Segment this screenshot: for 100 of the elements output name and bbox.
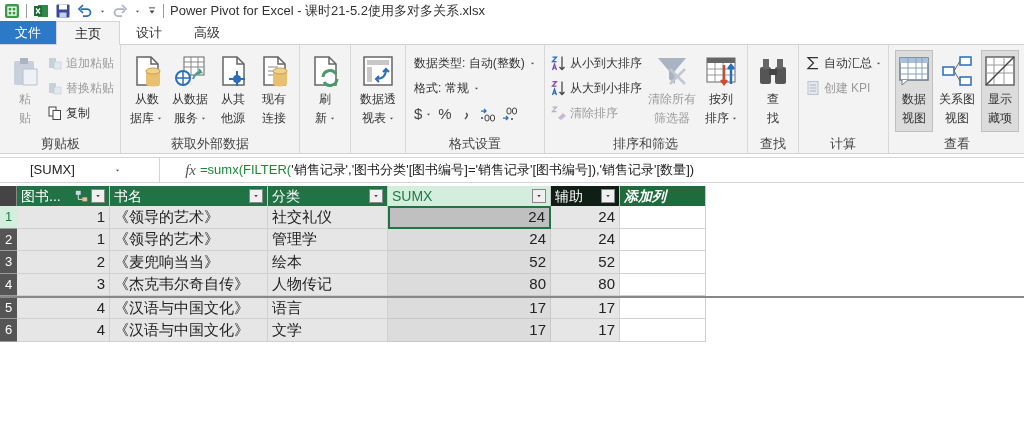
paste-icon — [47, 55, 63, 71]
column-header[interactable]: SUMX — [388, 186, 551, 206]
row-number[interactable]: 6 — [0, 318, 17, 342]
name-box[interactable]: [SUMX] — [0, 158, 160, 182]
row-number[interactable]: 2 — [0, 228, 17, 252]
ribbon-button[interactable]: 数据透 视表 — [357, 50, 399, 132]
data-grid-icon — [897, 55, 930, 87]
table-cell: 《领导的艺术》 — [110, 206, 268, 229]
table-cell: 《杰克韦尔奇自传》 — [110, 273, 268, 297]
table-cell: 17 — [551, 298, 620, 319]
column-header[interactable]: 书名 — [110, 186, 268, 206]
table-cell: 52 — [551, 251, 620, 274]
sigma-icon — [804, 55, 821, 71]
group-label: 计算 — [830, 135, 857, 153]
filter-button[interactable] — [91, 189, 105, 203]
row-number[interactable]: 3 — [0, 251, 17, 274]
caret-icon — [94, 192, 102, 200]
increase-decimal-icon[interactable] — [479, 106, 496, 122]
table-cell: 人物传记 — [268, 273, 388, 297]
filter-button[interactable] — [532, 189, 546, 203]
dropdown[interactable]: 数据类型: 自动(整数) — [412, 52, 538, 74]
sort-column-icon — [705, 55, 738, 87]
table-cell: 1 — [17, 228, 110, 252]
kpi-icon — [804, 80, 821, 96]
ribbon-button[interactable]: 从小到大排序 — [550, 52, 642, 74]
ribbon-button[interactable]: 自动汇总 — [804, 52, 882, 74]
table-cell: 4 — [17, 298, 110, 319]
table-cell: 社交礼仪 — [268, 206, 388, 229]
globe-table-icon — [174, 55, 206, 87]
column-header[interactable]: 添加列 — [620, 186, 706, 206]
save-icon — [55, 3, 71, 19]
table-cell: 3 — [17, 273, 110, 297]
decrease-decimal-icon[interactable] — [501, 106, 518, 122]
sort-ascending-icon — [550, 55, 567, 71]
table-cell: 管理学 — [268, 228, 388, 252]
table-cell: 24 — [551, 206, 620, 229]
caret-icon — [535, 192, 543, 200]
sort-descending-icon — [550, 80, 567, 96]
ribbon-button[interactable]: 从大到小排序 — [550, 77, 642, 99]
ribbon-button[interactable]: 关系图 视图 — [935, 50, 978, 132]
table-cell: 《麦兜响当当》 — [110, 251, 268, 274]
table-cell: 《汉语与中国文化》 — [110, 318, 268, 342]
table-cell: 24 — [551, 228, 620, 252]
group-label: 剪贴板 — [40, 135, 80, 153]
column-header[interactable]: 图书... — [17, 186, 110, 206]
ribbon-button[interactable]: 数据 视图 — [894, 50, 933, 132]
table-cell: 17 — [388, 298, 551, 319]
ribbon-button[interactable]: 从其 他源 — [214, 50, 252, 132]
ribbon-button[interactable]: 按列 排序 — [701, 50, 741, 132]
table-cell: 17 — [551, 318, 620, 342]
table-cell: 4 — [17, 318, 110, 342]
group-label: 排序和筛选 — [613, 135, 679, 153]
group-label: 查看 — [943, 135, 970, 153]
ribbon-button[interactable]: 从数 据库 — [127, 50, 166, 132]
table-cell: 语言 — [268, 298, 388, 319]
ribbon-button[interactable]: 刷 新 — [306, 50, 344, 132]
table-cell: 2 — [17, 251, 110, 274]
table-cell: 24 — [388, 206, 551, 229]
filter-button[interactable] — [249, 189, 263, 203]
column-header[interactable]: 辅助 — [551, 186, 620, 206]
caret-icon — [372, 192, 380, 200]
caret-icon — [604, 192, 612, 200]
window-title: Power Pivot for Excel - 课时21-5.2使用多对多关系.xlsx — [170, 2, 485, 21]
row-number[interactable]: 4 — [0, 273, 17, 297]
ribbon-button[interactable]: 复制 — [47, 102, 114, 124]
format-button[interactable]: $ — [414, 102, 433, 126]
row-number[interactable]: 1 — [0, 206, 17, 229]
table-cell: 80 — [551, 273, 620, 297]
formula-text[interactable]: =sumx(FILTER('销售记录','图书分类'[图书编号]='销售记录'[图书编号]),'销售记录'[数量]) — [200, 160, 695, 180]
select-all-corner[interactable] — [0, 186, 17, 206]
ribbon-tab[interactable]: 高级 — [178, 21, 236, 44]
table-cell: 1 — [17, 206, 110, 229]
table-cell: 24 — [388, 228, 551, 252]
customize-menu-icon — [147, 6, 157, 16]
filter-icon — [655, 55, 688, 87]
excel-icon — [33, 3, 49, 19]
filter-button[interactable] — [369, 189, 383, 203]
dropdown[interactable]: 格式: 常规 — [412, 77, 538, 99]
table-cell: 17 — [388, 318, 551, 342]
pivot-table-icon — [362, 55, 394, 87]
ribbon-button[interactable]: 现有 连接 — [255, 50, 293, 132]
table-cell: 文学 — [268, 318, 388, 342]
table-cell: 52 — [388, 251, 551, 274]
ribbon-button[interactable]: 从数据 服务 — [169, 50, 211, 132]
fx-label: fx — [185, 160, 196, 180]
grid-icon — [983, 55, 1016, 87]
row-number[interactable]: 5 — [0, 298, 17, 319]
filter-button[interactable] — [601, 189, 615, 203]
ribbon-button[interactable]: 查 找 — [753, 50, 792, 132]
format-button[interactable]: % — [438, 102, 452, 126]
clear-sort-icon — [550, 105, 567, 121]
copy-icon — [47, 105, 63, 121]
table-cell: 80 — [388, 273, 551, 297]
ribbon-tab[interactable]: 设计 — [120, 21, 178, 44]
ribbon-tab[interactable]: 主页 — [56, 21, 120, 45]
column-header[interactable]: 分类 — [268, 186, 388, 206]
ribbon-button[interactable]: 显示 藏项 — [980, 50, 1019, 132]
undo-icon — [77, 3, 93, 19]
file-tab[interactable]: 文件 — [0, 21, 56, 44]
table-cell: 《领导的艺术》 — [110, 228, 268, 252]
